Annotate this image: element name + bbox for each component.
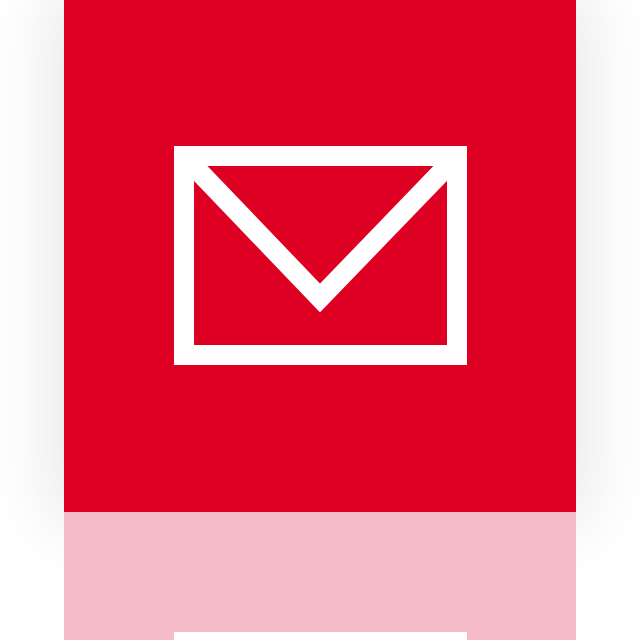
envelope-reflection: [174, 632, 467, 640]
app-icon[interactable]: [0, 0, 640, 640]
mail-envelope-icon: [174, 146, 467, 365]
tile-reflection: [64, 512, 576, 640]
mail-tile[interactable]: [64, 0, 576, 512]
envelope-flap: [176, 149, 465, 313]
